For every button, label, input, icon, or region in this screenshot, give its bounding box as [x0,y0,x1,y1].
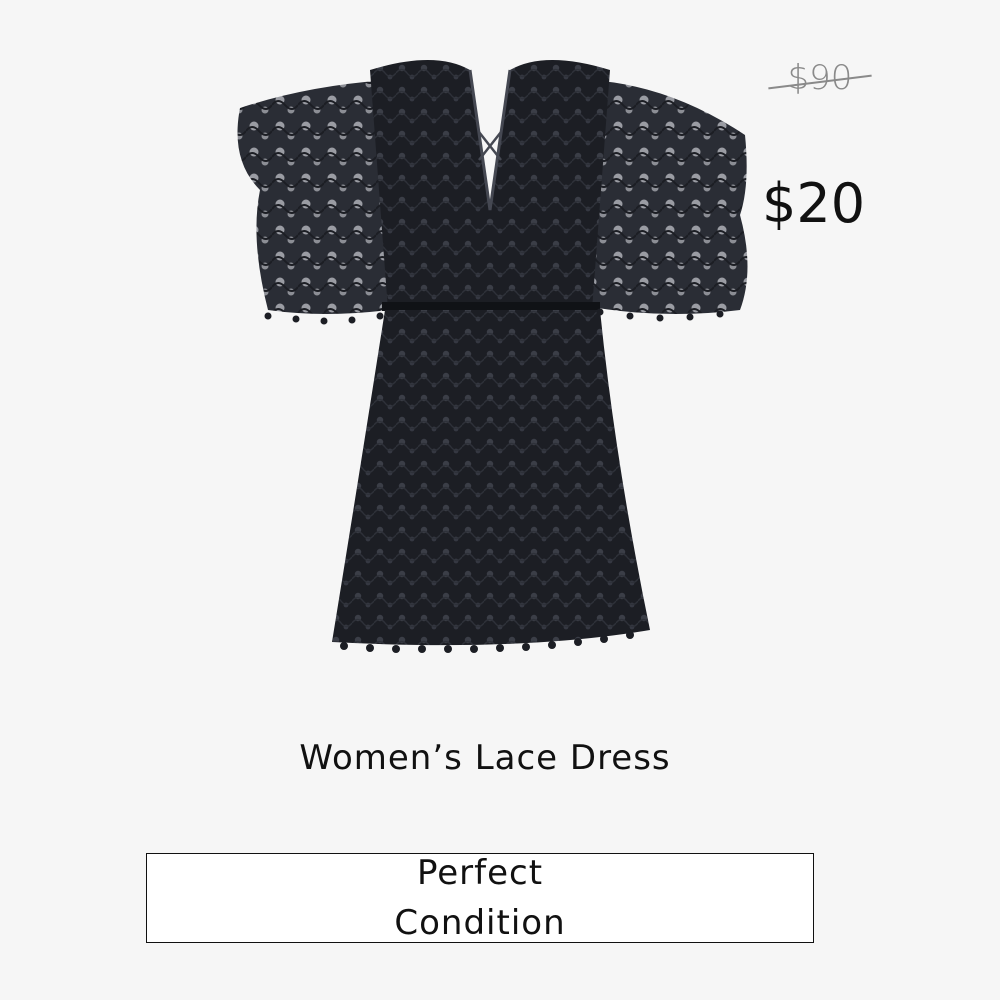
condition-badge: Perfect Condition [146,853,814,943]
condition-line-1: Perfect [416,853,544,893]
product-photo [220,40,760,670]
sale-price: $20 [762,172,866,235]
product-title: Women’s Lace Dress [299,738,671,778]
condition-line-2: Condition [394,903,566,943]
